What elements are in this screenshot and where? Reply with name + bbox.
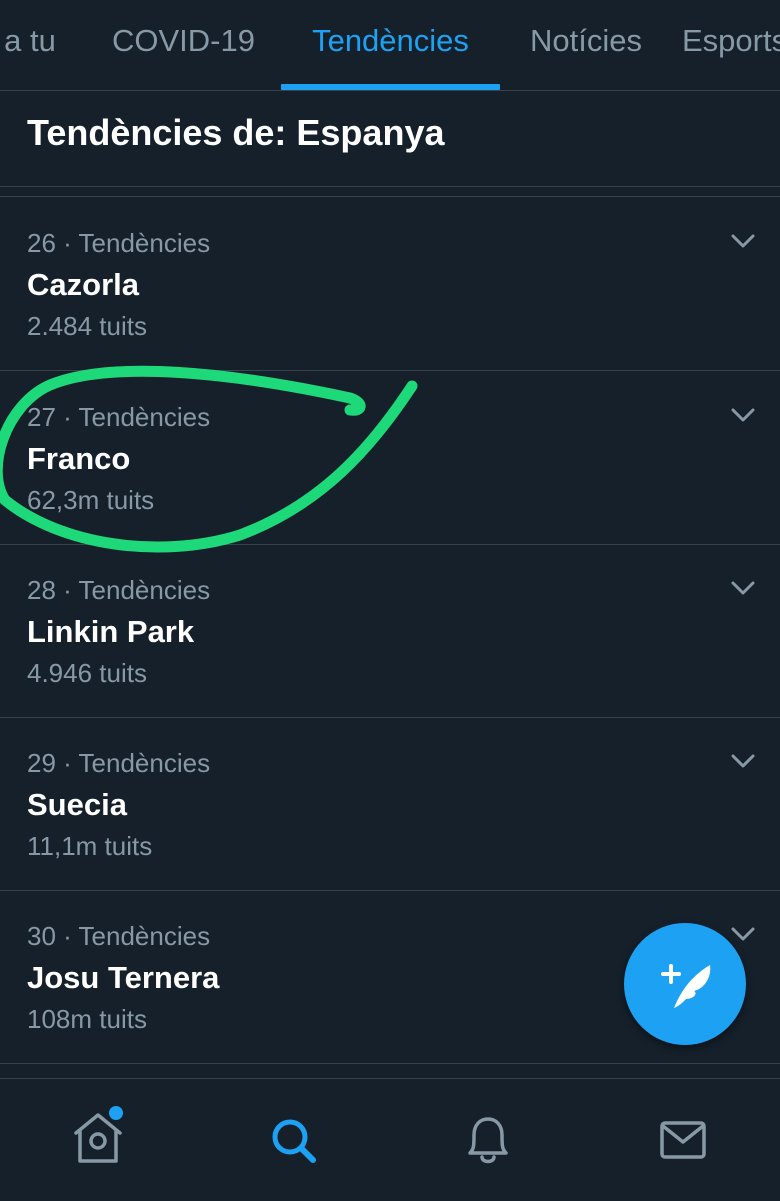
compose-tweet-icon xyxy=(661,964,711,1008)
nav-search[interactable] xyxy=(223,1079,363,1201)
chevron-down-icon[interactable] xyxy=(729,578,757,598)
trend-tweet-count: 4.946 tuits xyxy=(27,658,147,688)
trend-rank-label: 27 · Tendències xyxy=(27,402,211,432)
nav-messages[interactable] xyxy=(613,1079,753,1201)
explore-tabs: a tu COVID-19 Tendències Notícies Esport… xyxy=(0,0,780,91)
messages-envelope-icon xyxy=(660,1121,706,1159)
trends-location-title: Tendències de: Espanya xyxy=(27,112,445,153)
compose-tweet-button[interactable] xyxy=(624,923,746,1045)
nav-home[interactable] xyxy=(28,1079,168,1201)
trend-rank-label: 30 · Tendències xyxy=(27,921,211,951)
tab-news[interactable]: Notícies xyxy=(510,0,662,90)
trend-tweet-count: 108m tuits xyxy=(27,1004,147,1034)
home-icon xyxy=(74,1106,123,1163)
tab-covid-19[interactable]: COVID-19 xyxy=(96,0,271,90)
trend-name: Linkin Park xyxy=(27,614,195,649)
trend-name: Cazorla xyxy=(27,267,139,302)
trend-tweet-count: 11,1m tuits xyxy=(27,831,153,861)
trend-name: Suecia xyxy=(27,787,127,822)
trend-item[interactable]: 26 · Tendències Cazorla 2.484 tuits xyxy=(0,197,780,371)
chevron-down-icon[interactable] xyxy=(729,231,757,251)
notifications-bell-icon xyxy=(468,1117,508,1164)
trend-item[interactable]: 29 · Tendències Suecia 11,1m tuits xyxy=(0,717,780,891)
active-tab-indicator xyxy=(281,84,500,90)
trend-rank-label: 28 · Tendències xyxy=(27,575,211,605)
trend-rank-label: 26 · Tendències xyxy=(27,228,211,258)
bottom-navigation xyxy=(0,1078,780,1201)
nav-notifications[interactable] xyxy=(418,1079,558,1201)
tab-trending[interactable]: Tendències xyxy=(281,0,500,90)
trend-rank-label: 29 · Tendències xyxy=(27,748,211,778)
trend-tweet-count: 62,3m tuits xyxy=(27,485,155,515)
tab-sports[interactable]: Esports xyxy=(682,0,780,90)
trend-tweet-count: 2.484 tuits xyxy=(27,311,147,341)
trend-item[interactable]: 28 · Tendències Linkin Park 4.946 tuits xyxy=(0,544,780,718)
tab-for-you[interactable]: a tu xyxy=(0,0,70,90)
search-icon xyxy=(272,1119,316,1163)
chevron-down-icon[interactable] xyxy=(729,405,757,425)
trend-name: Josu Ternera xyxy=(27,960,220,995)
notification-dot xyxy=(109,1106,123,1120)
trend-name: Franco xyxy=(27,441,131,476)
trend-item[interactable]: 27 · Tendències Franco 62,3m tuits xyxy=(0,371,780,545)
chevron-down-icon[interactable] xyxy=(729,751,757,771)
header-divider xyxy=(0,186,780,187)
